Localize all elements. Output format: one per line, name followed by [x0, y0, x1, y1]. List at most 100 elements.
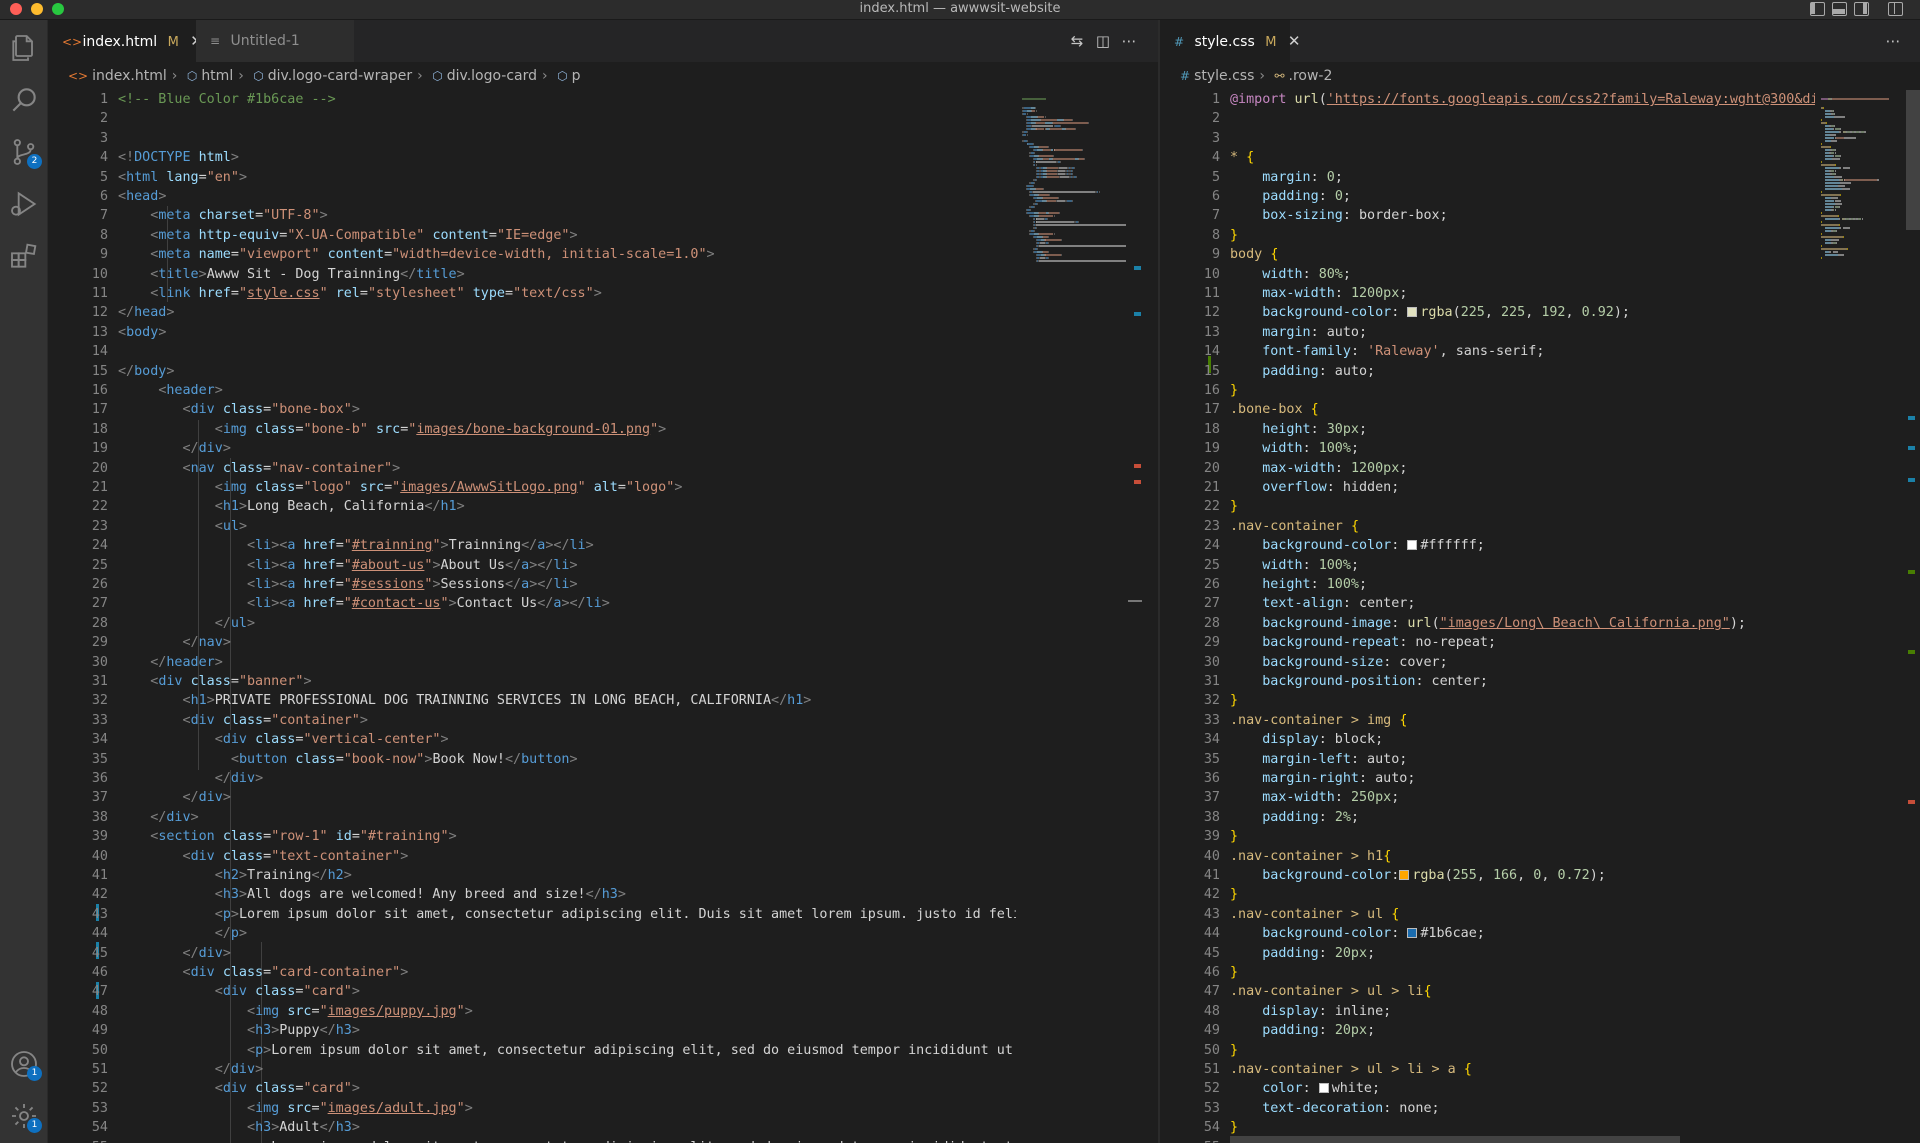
code-line[interactable]: 51 </div> — [48, 1060, 263, 1079]
code-line[interactable]: 46} — [1160, 963, 1238, 982]
code-line[interactable]: 38 </div> — [48, 808, 199, 827]
code-line[interactable]: 20 max-width: 1200px; — [1160, 459, 1408, 478]
code-line[interactable]: 42} — [1160, 885, 1238, 904]
code-line[interactable]: 34 display: block; — [1160, 730, 1383, 749]
split-editor-icon[interactable]: ◫ — [1094, 32, 1112, 50]
code-line[interactable]: 23 <ul> — [48, 517, 247, 536]
color-swatch[interactable] — [1407, 928, 1418, 939]
code-line[interactable]: 18 <img class="bone-b" src="images/bone-… — [48, 420, 666, 439]
code-line[interactable]: 15 </body> — [48, 362, 175, 381]
code-line[interactable]: 50} — [1160, 1041, 1238, 1060]
code-line[interactable]: 25 width: 100%; — [1160, 556, 1359, 575]
code-line[interactable]: 29 background-repeat: no-repeat; — [1160, 633, 1496, 652]
code-line[interactable]: 33 <div class="container"> — [48, 711, 368, 730]
code-line[interactable]: 7 box-sizing: border-box; — [1160, 206, 1448, 225]
code-line[interactable]: 1 @import url('https://fonts.googleapis.c… — [1160, 90, 1815, 109]
code-line[interactable]: 16 <header> — [48, 381, 223, 400]
code-line[interactable]: 54} — [1160, 1118, 1238, 1137]
toggle-primary-sidebar-icon[interactable] — [1810, 2, 1825, 16]
code-line[interactable]: 53 <img src="images/adult.jpg"> — [48, 1099, 473, 1118]
explorer-icon[interactable] — [8, 32, 40, 64]
code-line[interactable]: 4 * { — [1160, 148, 1254, 167]
color-swatch[interactable] — [1407, 540, 1418, 551]
code-line[interactable]: 40 .nav-container > h1{ — [1160, 847, 1391, 866]
code-line[interactable]: 49 <h3>Puppy</h3> — [48, 1021, 360, 1040]
code-line[interactable]: 6 <head> — [48, 187, 166, 206]
code-line[interactable]: 1 <!-- Blue Color #1b6cae --> — [48, 90, 336, 109]
code-line[interactable]: 34 <div class="vertical-center"> — [48, 730, 449, 749]
code-line[interactable]: 21 overflow: hidden; — [1160, 478, 1399, 497]
code-line[interactable]: 28 background-image: url("images/Long\ B… — [1160, 614, 1746, 633]
close-icon[interactable]: ✕ — [1288, 32, 1301, 50]
code-line[interactable]: 52 color: white; — [1160, 1079, 1380, 1098]
code-line[interactable]: 22} — [1160, 497, 1238, 516]
code-line[interactable]: 10 width: 80%; — [1160, 265, 1351, 284]
breadcrumb-item[interactable]: div.logo-card — [447, 68, 537, 84]
code-line[interactable]: 30 background-size: cover; — [1160, 653, 1448, 672]
horizontal-scrollbar[interactable] — [1230, 1136, 1680, 1143]
accounts-icon[interactable]: 1 — [8, 1048, 42, 1081]
breadcrumb-item[interactable]: div.logo-card-wraper — [268, 68, 412, 84]
code-line[interactable]: 32 <h1>PRIVATE PROFESSIONAL DOG TRAINNIN… — [48, 691, 811, 710]
code-line[interactable]: 39} — [1160, 827, 1238, 846]
code-line[interactable]: 35 margin-left: auto; — [1160, 750, 1408, 769]
code-line[interactable]: 48 <img src="images/puppy.jpg"> — [48, 1002, 473, 1021]
breadcrumb-item[interactable]: .row-2 — [1289, 68, 1333, 84]
code-line[interactable]: 19 </div> — [48, 439, 231, 458]
code-line[interactable]: 10 <title>Awww Sit - Dog Trainning</titl… — [48, 265, 465, 284]
toggle-secondary-sidebar-icon[interactable] — [1854, 2, 1869, 16]
code-line[interactable]: 32} — [1160, 691, 1238, 710]
code-line[interactable]: 15 padding: auto; — [1160, 362, 1375, 381]
color-swatch[interactable] — [1407, 307, 1418, 318]
code-line[interactable]: 9 body { — [1160, 245, 1278, 264]
code-line[interactable]: 37 </div> — [48, 788, 231, 807]
code-line[interactable]: 43 <p>Lorem ipsum dolor sit amet, consec… — [48, 905, 1016, 924]
code-line[interactable]: 3 — [1160, 129, 1220, 148]
code-line[interactable]: 42 <h3>All dogs are welcomed! Any breed … — [48, 885, 626, 904]
code-line[interactable]: 36 margin-right: auto; — [1160, 769, 1416, 788]
code-line[interactable]: 40 <div class="text-container"> — [48, 847, 408, 866]
code-line[interactable]: 20 <nav class="nav-container"> — [48, 459, 400, 478]
code-line[interactable]: 6 padding: 0; — [1160, 187, 1351, 206]
code-editor-html[interactable]: 1 <!-- Blue Color #1b6cae --> 2 3 4 <!DOCTYPE… — [48, 90, 1016, 1143]
code-line[interactable]: 12 </head> — [48, 303, 175, 322]
color-swatch[interactable] — [1399, 870, 1410, 880]
code-line[interactable]: 21 <img class="logo" src="images/AwwwSit… — [48, 478, 683, 497]
more-actions-icon[interactable]: ⋯ — [1884, 32, 1902, 50]
minimap[interactable] — [1815, 90, 1920, 1143]
source-control-icon[interactable]: 2 — [8, 136, 42, 169]
tab-style-css[interactable]: # style.css M ✕ — [1160, 20, 1300, 62]
code-line[interactable]: 49 padding: 20px; — [1160, 1021, 1375, 1040]
code-line[interactable]: 39 <section class="row-1" id="#training"… — [48, 827, 457, 846]
code-line[interactable]: 44 </p> — [48, 924, 247, 943]
code-line[interactable]: 55 <p>Lorem ipsum dolor sit amet, consec… — [48, 1138, 1013, 1143]
code-line[interactable]: 31 background-position: center; — [1160, 672, 1488, 691]
code-line[interactable]: 13 margin: auto; — [1160, 323, 1367, 342]
code-line[interactable]: 8 <meta http-equiv="X-UA-Compatible" con… — [48, 226, 578, 245]
code-line[interactable]: 48 display: inline; — [1160, 1002, 1391, 1021]
code-line[interactable]: 33 .nav-container > img { — [1160, 711, 1408, 730]
code-line[interactable]: 26 height: 100%; — [1160, 575, 1367, 594]
manage-gear-icon[interactable]: 1 — [8, 1100, 42, 1133]
code-line[interactable]: 27 text-align: center; — [1160, 594, 1416, 613]
code-line[interactable]: 54 <h3>Adult</h3> — [48, 1118, 360, 1137]
breadcrumb-item[interactable]: style.css — [1194, 68, 1254, 84]
code-line[interactable]: 5 <html lang="en"> — [48, 168, 247, 187]
code-line[interactable]: 38 padding: 2%; — [1160, 808, 1359, 827]
code-line[interactable]: 2 — [48, 109, 108, 128]
customize-layout-icon[interactable] — [1888, 2, 1903, 16]
code-line[interactable]: 45 padding: 20px; — [1160, 944, 1375, 963]
code-line[interactable]: 11 <link href="style.css" rel="styleshee… — [48, 284, 602, 303]
code-line[interactable]: 25 <li><a href="#about-us">About Us</a><… — [48, 556, 578, 575]
code-line[interactable]: 16} — [1160, 381, 1238, 400]
search-icon[interactable] — [8, 84, 40, 116]
code-line[interactable]: 47 <div class="card"> — [48, 982, 360, 1001]
open-changes-icon[interactable]: ⇆ — [1068, 32, 1086, 50]
code-line[interactable]: 23 .nav-container { — [1160, 517, 1359, 536]
code-line[interactable]: 28 </ul> — [48, 614, 255, 633]
code-line[interactable]: 17 <div class="bone-box"> — [48, 400, 360, 419]
tab-index-html[interactable]: <> index.html M ✕ — [48, 20, 203, 62]
breadcrumb-item[interactable]: index.html — [92, 68, 167, 84]
code-line[interactable]: 8} — [1160, 226, 1238, 245]
code-line[interactable]: 52 <div class="card"> — [48, 1079, 360, 1098]
